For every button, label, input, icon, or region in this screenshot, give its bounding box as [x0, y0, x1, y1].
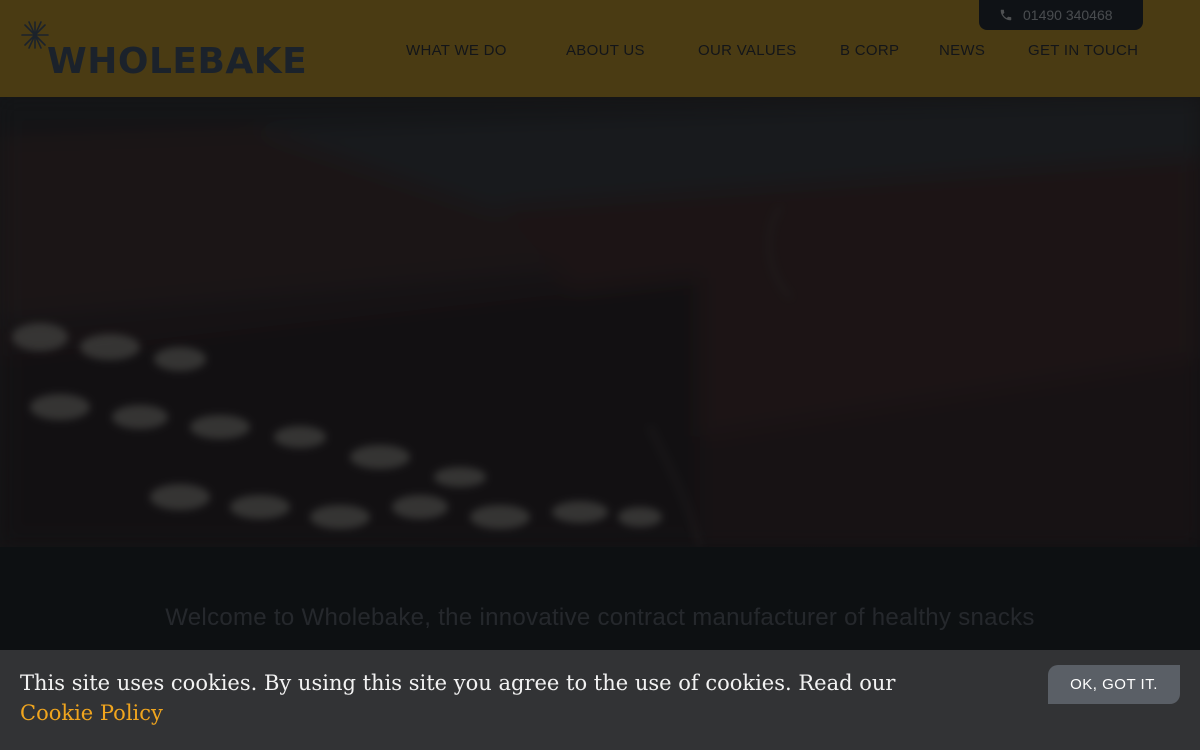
cookie-message: This site uses cookies. By using this si… [20, 668, 900, 728]
logo-wordmark: WHOLEBAKE [47, 41, 308, 82]
nav-b-corp[interactable]: B CORP [840, 42, 899, 59]
nav-news[interactable]: NEWS [939, 42, 985, 59]
welcome-section: Welcome to Wholebake, the innovative con… [0, 547, 1200, 650]
cookie-policy-link[interactable]: Cookie Policy [20, 701, 163, 725]
hero-image [0, 97, 1200, 547]
site-header: 01490 340468 WHOLEBAKE WHAT WE DO ABOUT … [0, 0, 1200, 97]
phone-icon [1000, 9, 1012, 21]
snack-bars-photo [0, 97, 1200, 547]
nav-get-in-touch[interactable]: GET IN TOUCH [1028, 42, 1138, 59]
welcome-heading: Welcome to Wholebake, the innovative con… [165, 604, 1035, 631]
nav-what-we-do[interactable]: WHAT WE DO [406, 42, 507, 59]
nav-our-values[interactable]: OUR VALUES [698, 42, 797, 59]
nav-about-us[interactable]: ABOUT US [566, 42, 645, 59]
cookie-banner: This site uses cookies. By using this si… [0, 650, 1200, 750]
accept-cookies-button[interactable]: OK, GOT IT. [1048, 665, 1180, 704]
logo-star-icon [21, 21, 49, 49]
logo[interactable]: WHOLEBAKE [20, 20, 310, 82]
phone-number: 01490 340468 [1023, 7, 1113, 23]
cookie-message-text: This site uses cookies. By using this si… [20, 671, 896, 695]
phone-link[interactable]: 01490 340468 [979, 0, 1143, 30]
